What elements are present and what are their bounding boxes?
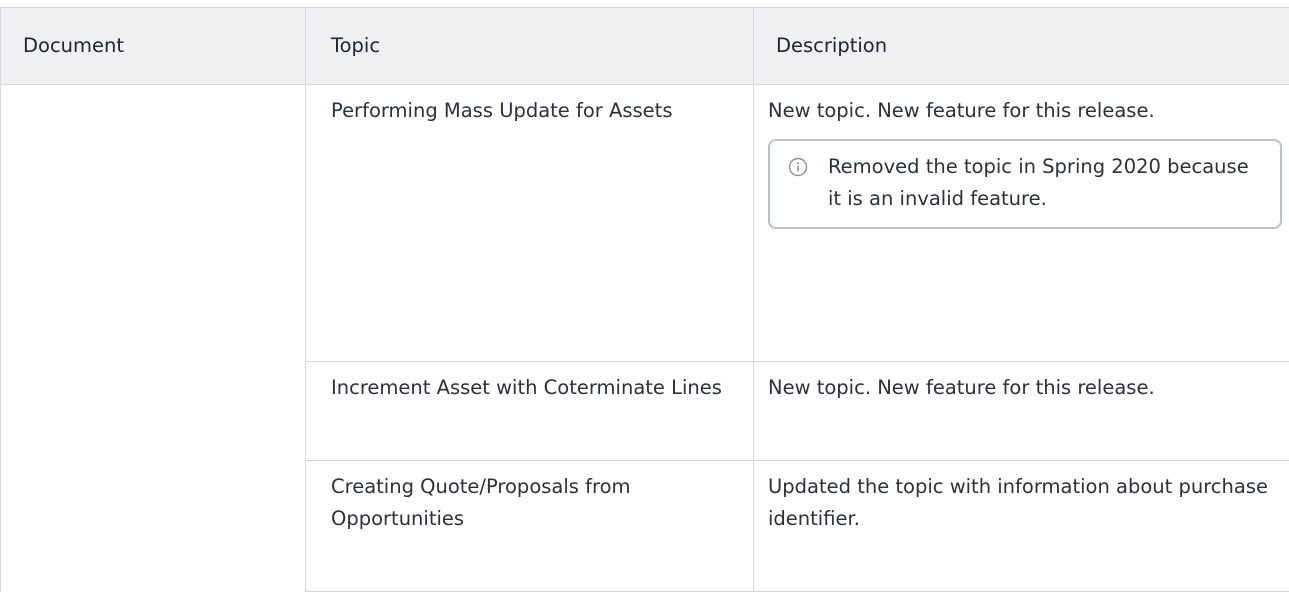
column-header-description: Description: [753, 7, 1289, 85]
description-cell: New topic. New feature for this release.: [753, 361, 1289, 461]
page: Document Topic Description Performing Ma…: [0, 0, 1289, 610]
topic-cell: Increment Asset with Coterminate Lines: [305, 361, 754, 461]
table-header-row: Document Topic Description: [0, 7, 1289, 85]
description-cell: New topic. New feature for this release.…: [753, 84, 1289, 362]
topic-cell: Performing Mass Update for Assets: [305, 84, 754, 362]
table-row: Performing Mass Update for Assets New to…: [0, 84, 1289, 592]
info-note: Removed the topic in Spring 2020 because…: [768, 139, 1282, 229]
info-icon: [788, 157, 808, 177]
document-cell: [0, 84, 306, 592]
description-cell: Updated the topic with information about…: [753, 460, 1289, 592]
column-header-document: Document: [0, 7, 306, 85]
topic-cell: Creating Quote/Proposals from Opportunit…: [305, 460, 754, 592]
note-text: Removed the topic in Spring 2020 because…: [828, 155, 1249, 210]
description-text: New topic. New feature for this release.: [768, 99, 1155, 122]
release-notes-table: Document Topic Description Performing Ma…: [0, 7, 1289, 592]
column-header-topic: Topic: [305, 7, 754, 85]
